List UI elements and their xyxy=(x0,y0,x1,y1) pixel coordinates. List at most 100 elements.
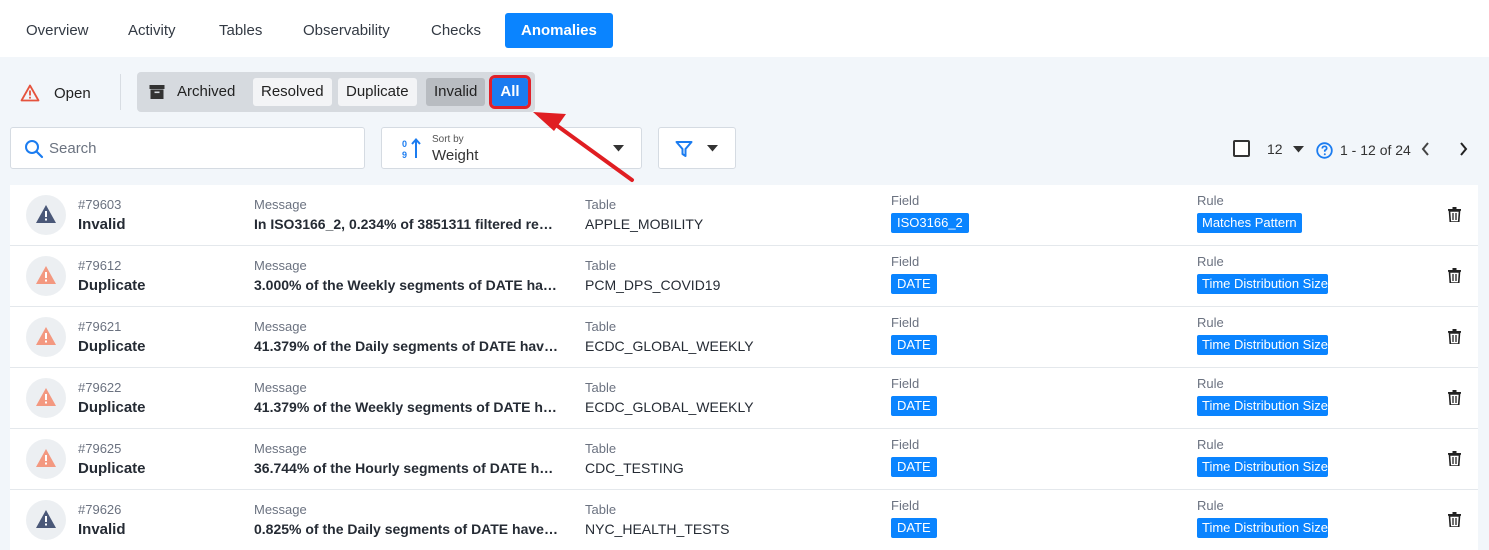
field-label: Field xyxy=(891,315,920,330)
status-filter-bar: Open Archived Resolved Duplicate Invalid… xyxy=(0,72,1489,112)
open-filter-label: Open xyxy=(54,84,91,102)
field-tag: DATE xyxy=(891,335,937,355)
anomaly-status: Invalid xyxy=(78,216,126,233)
warning-light-icon xyxy=(36,449,56,467)
anomaly-id: #79621 xyxy=(78,319,122,334)
message-label: Message xyxy=(254,319,307,334)
archived-filter-button[interactable]: Archived xyxy=(145,78,243,106)
anomaly-status: Duplicate xyxy=(78,399,146,416)
anomaly-id: #79612 xyxy=(78,258,122,273)
trash-icon[interactable] xyxy=(1448,512,1461,527)
warning-dark-icon xyxy=(36,205,56,223)
anomaly-avatar xyxy=(26,378,66,418)
anomaly-status: Duplicate xyxy=(78,277,146,294)
table-label: Table xyxy=(585,197,617,212)
tab-activity[interactable]: Activity xyxy=(116,13,188,48)
message-value: 0.825% of the Daily segments of DATE hav… xyxy=(254,521,560,537)
duplicate-filter-button[interactable]: Duplicate xyxy=(338,78,417,106)
table-value: NYC_HEALTH_TESTS xyxy=(585,521,730,537)
list-item[interactable]: #79625 Duplicate Message 36.744% of the … xyxy=(10,429,1478,490)
page-range: 1 - 12 of 24 xyxy=(1340,142,1411,158)
svg-text:0: 0 xyxy=(402,139,407,149)
rule-tag: Time Distribution Size xyxy=(1197,396,1328,416)
field-tag: DATE xyxy=(891,518,937,538)
archived-filter-label: Archived xyxy=(177,83,236,100)
list-item[interactable]: #79603 Invalid Message In ISO3166_2, 0.2… xyxy=(10,185,1478,246)
anomaly-id: #79603 xyxy=(78,197,122,212)
help-circle-icon[interactable] xyxy=(1316,142,1333,159)
rule-label: Rule xyxy=(1197,254,1224,269)
field-label: Field xyxy=(891,376,920,391)
search-input[interactable] xyxy=(49,136,349,160)
field-label: Field xyxy=(891,193,920,208)
divider xyxy=(120,74,121,110)
rule-tag: Time Distribution Size xyxy=(1197,518,1328,538)
trash-icon[interactable] xyxy=(1448,390,1461,405)
rule-label: Rule xyxy=(1197,193,1224,208)
field-tag: ISO3166_2 xyxy=(891,213,969,233)
all-filter-button[interactable]: All xyxy=(489,75,531,109)
list-item[interactable]: #79612 Duplicate Message 3.000% of the W… xyxy=(10,246,1478,307)
rule-label: Rule xyxy=(1197,315,1224,330)
caret-down-icon xyxy=(707,145,718,152)
trash-icon[interactable] xyxy=(1448,207,1461,222)
trash-icon[interactable] xyxy=(1448,329,1461,344)
field-label: Field xyxy=(891,437,920,452)
message-label: Message xyxy=(254,197,307,212)
rule-tag: Time Distribution Size xyxy=(1197,457,1328,477)
field-label: Field xyxy=(891,254,920,269)
tab-anomalies[interactable]: Anomalies xyxy=(505,13,613,48)
table-value: PCM_DPS_COVID19 xyxy=(585,277,721,293)
warning-light-icon xyxy=(36,266,56,284)
table-label: Table xyxy=(585,380,617,395)
anomaly-status: Duplicate xyxy=(78,460,146,477)
anomaly-avatar xyxy=(26,439,66,479)
search-icon xyxy=(25,140,44,159)
field-label: Field xyxy=(891,498,920,513)
rule-tag: Time Distribution Size xyxy=(1197,335,1328,355)
warning-dark-icon xyxy=(36,510,56,528)
filter-dropdown[interactable] xyxy=(658,127,736,169)
select-all-checkbox[interactable] xyxy=(1233,140,1250,157)
tab-overview[interactable]: Overview xyxy=(14,13,101,48)
list-item[interactable]: #79622 Duplicate Message 41.379% of the … xyxy=(10,368,1478,429)
open-filter-button[interactable]: Open xyxy=(20,80,91,106)
invalid-filter-button[interactable]: Invalid xyxy=(426,78,486,106)
funnel-icon xyxy=(675,141,693,157)
message-value: In ISO3166_2, 0.234% of 3851311 filtered… xyxy=(254,216,560,232)
chevron-right-icon[interactable] xyxy=(1459,141,1469,157)
sort-label: Sort by xyxy=(432,134,464,145)
resolved-filter-button[interactable]: Resolved xyxy=(253,78,332,106)
anomaly-id: #79622 xyxy=(78,380,122,395)
table-label: Table xyxy=(585,258,617,273)
message-label: Message xyxy=(254,380,307,395)
warning-light-icon xyxy=(36,388,56,406)
message-label: Message xyxy=(254,502,307,517)
list-item[interactable]: #79626 Invalid Message 0.825% of the Dai… xyxy=(10,490,1478,550)
field-tag: DATE xyxy=(891,457,937,477)
message-value: 3.000% of the Weekly segments of DATE ha… xyxy=(254,277,560,293)
table-value: ECDC_GLOBAL_WEEKLY xyxy=(585,338,754,354)
list-item[interactable]: #79621 Duplicate Message 41.379% of the … xyxy=(10,307,1478,368)
table-label: Table xyxy=(585,319,617,334)
tab-tables[interactable]: Tables xyxy=(207,13,274,48)
rule-label: Rule xyxy=(1197,376,1224,391)
tab-checks[interactable]: Checks xyxy=(419,13,493,48)
archive-box-icon xyxy=(149,85,165,99)
chevron-left-icon[interactable] xyxy=(1420,141,1430,157)
rule-tag: Time Distribution Size xyxy=(1197,274,1328,294)
search-box xyxy=(10,127,365,169)
sort-numeric-icon: 0 9 xyxy=(402,138,421,160)
trash-icon[interactable] xyxy=(1448,268,1461,283)
message-value: 41.379% of the Weekly segments of DATE h… xyxy=(254,399,560,415)
rule-label: Rule xyxy=(1197,437,1224,452)
field-tag: DATE xyxy=(891,396,937,416)
table-label: Table xyxy=(585,502,617,517)
anomaly-avatar xyxy=(26,256,66,296)
tab-observability[interactable]: Observability xyxy=(291,13,402,48)
page-size[interactable]: 12 xyxy=(1267,141,1283,157)
trash-icon[interactable] xyxy=(1448,451,1461,466)
anomaly-avatar xyxy=(26,500,66,540)
sort-dropdown[interactable]: 0 9 Sort by Weight xyxy=(381,127,642,169)
caret-down-icon[interactable] xyxy=(1293,146,1304,153)
